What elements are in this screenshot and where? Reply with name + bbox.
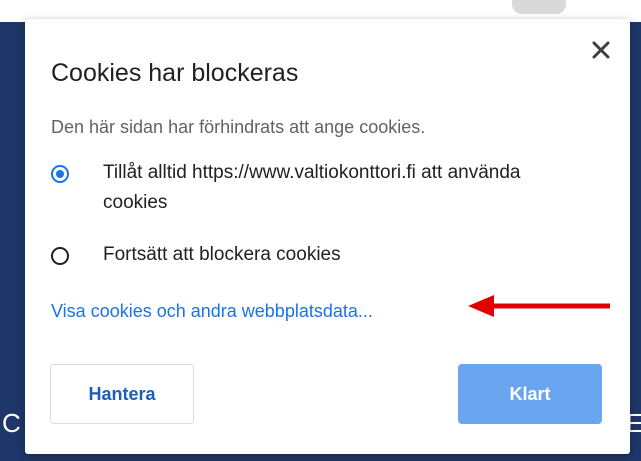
close-button[interactable] (586, 35, 616, 65)
show-cookies-link[interactable]: Visa cookies och andra webbplatsdata... (51, 301, 373, 322)
dialog-description: Den här sidan har förhindrats att ange c… (51, 117, 426, 137)
option-block-label: Fortsätt att blockera cookies (103, 244, 341, 265)
radio-selected-icon[interactable] (51, 165, 69, 183)
option-allow-cookies[interactable]: Tillåt alltid https://www.valtiokonttori… (51, 162, 533, 218)
cookies-blocked-dialog: Cookies har blockeras Den här sidan har … (25, 19, 630, 454)
background-text-left: C (2, 408, 21, 438)
close-icon (592, 41, 610, 59)
done-button[interactable]: Klart (458, 364, 602, 424)
manage-button[interactable]: Hantera (50, 364, 194, 424)
radio-unselected-icon[interactable] (51, 247, 69, 265)
background-tab-shape (512, 0, 566, 14)
option-allow-label: Tillåt alltid https://www.valtiokonttori… (103, 162, 521, 213)
red-arrow-icon (468, 295, 610, 317)
option-keep-blocking[interactable]: Fortsätt att blockera cookies (51, 244, 533, 270)
dialog-title: Cookies har blockeras (51, 59, 299, 87)
